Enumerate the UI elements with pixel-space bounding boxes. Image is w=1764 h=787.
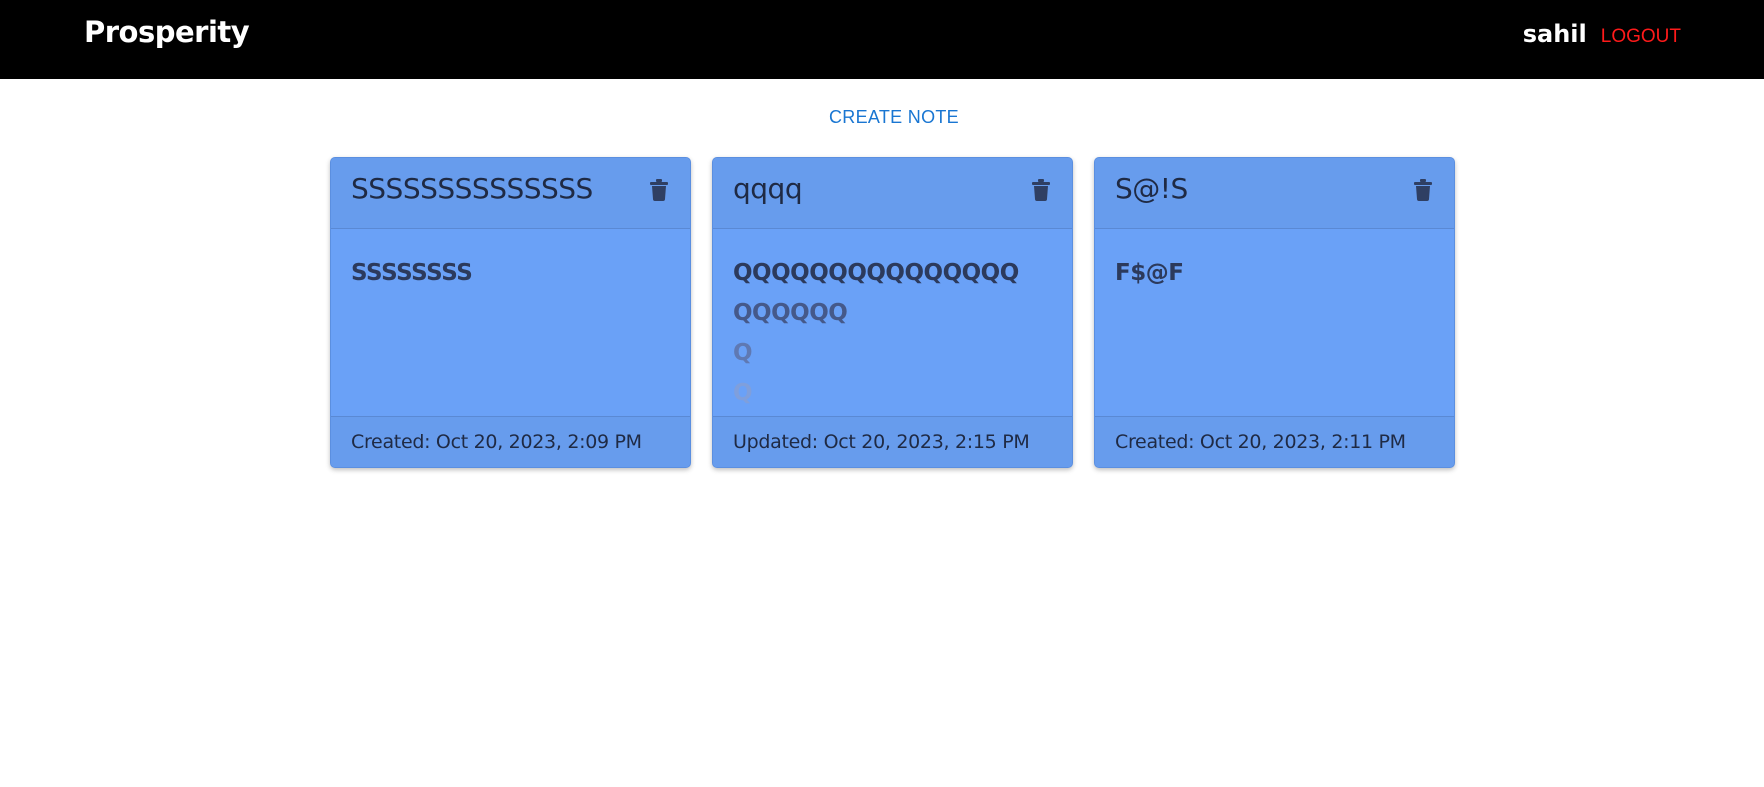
note-card-header: S@!S — [1095, 158, 1454, 229]
top-navbar: Prosperity sahil LOGOUT — [0, 0, 1764, 79]
note-body-line: Q — [733, 340, 753, 366]
note-card[interactable]: S@!S F$@F Created: Oct 20, 2023, 2:11 PM — [1094, 157, 1455, 468]
note-body-line: F$@F — [1115, 260, 1184, 286]
note-card-header: qqqq — [713, 158, 1072, 229]
note-card[interactable]: qqqq QQQQQQQQQQQQQQQ QQQQQQ Q Q Updated:… — [712, 157, 1073, 468]
note-card-footer: Updated: Oct 20, 2023, 2:15 PM — [713, 416, 1072, 467]
note-title: S@!S — [1115, 172, 1188, 205]
create-note-button[interactable]: CREATE NOTE — [0, 107, 1764, 128]
trash-icon[interactable] — [1032, 179, 1050, 201]
note-timestamp: Updated: Oct 20, 2023, 2:15 PM — [733, 431, 1030, 453]
note-timestamp: Created: Oct 20, 2023, 2:09 PM — [351, 431, 642, 453]
note-card-header: SSSSSSSSSSSSSS — [331, 158, 690, 229]
username-label: sahil — [1522, 20, 1587, 48]
user-area: sahil LOGOUT — [1523, 20, 1681, 48]
trash-icon[interactable] — [650, 179, 668, 201]
note-title: qqqq — [733, 172, 803, 205]
trash-icon[interactable] — [1414, 179, 1432, 201]
note-body-line: QQQQQQQQQQQQQQQ — [733, 260, 1019, 286]
note-body: QQQQQQQQQQQQQQQ QQQQQQ Q Q — [733, 253, 1058, 415]
notes-grid: SSSSSSSSSSSSSS SSSSSSSS Created: Oct 20,… — [330, 157, 1455, 468]
create-note-label[interactable]: CREATE NOTE — [829, 107, 959, 127]
brand-logo[interactable]: Prosperity — [84, 15, 250, 49]
note-card[interactable]: SSSSSSSSSSSSSS SSSSSSSS Created: Oct 20,… — [330, 157, 691, 468]
note-body-line: SSSSSSSS — [351, 260, 473, 286]
note-card-footer: Created: Oct 20, 2023, 2:09 PM — [331, 416, 690, 467]
logout-button[interactable]: LOGOUT — [1601, 26, 1681, 48]
note-body-line: Q — [733, 380, 753, 406]
note-body: SSSSSSSS — [351, 253, 676, 415]
note-body-line: QQQQQQ — [733, 300, 848, 326]
note-body: F$@F — [1115, 253, 1440, 415]
note-card-footer: Created: Oct 20, 2023, 2:11 PM — [1095, 416, 1454, 467]
note-title: SSSSSSSSSSSSSS — [351, 172, 593, 205]
note-timestamp: Created: Oct 20, 2023, 2:11 PM — [1115, 431, 1406, 453]
